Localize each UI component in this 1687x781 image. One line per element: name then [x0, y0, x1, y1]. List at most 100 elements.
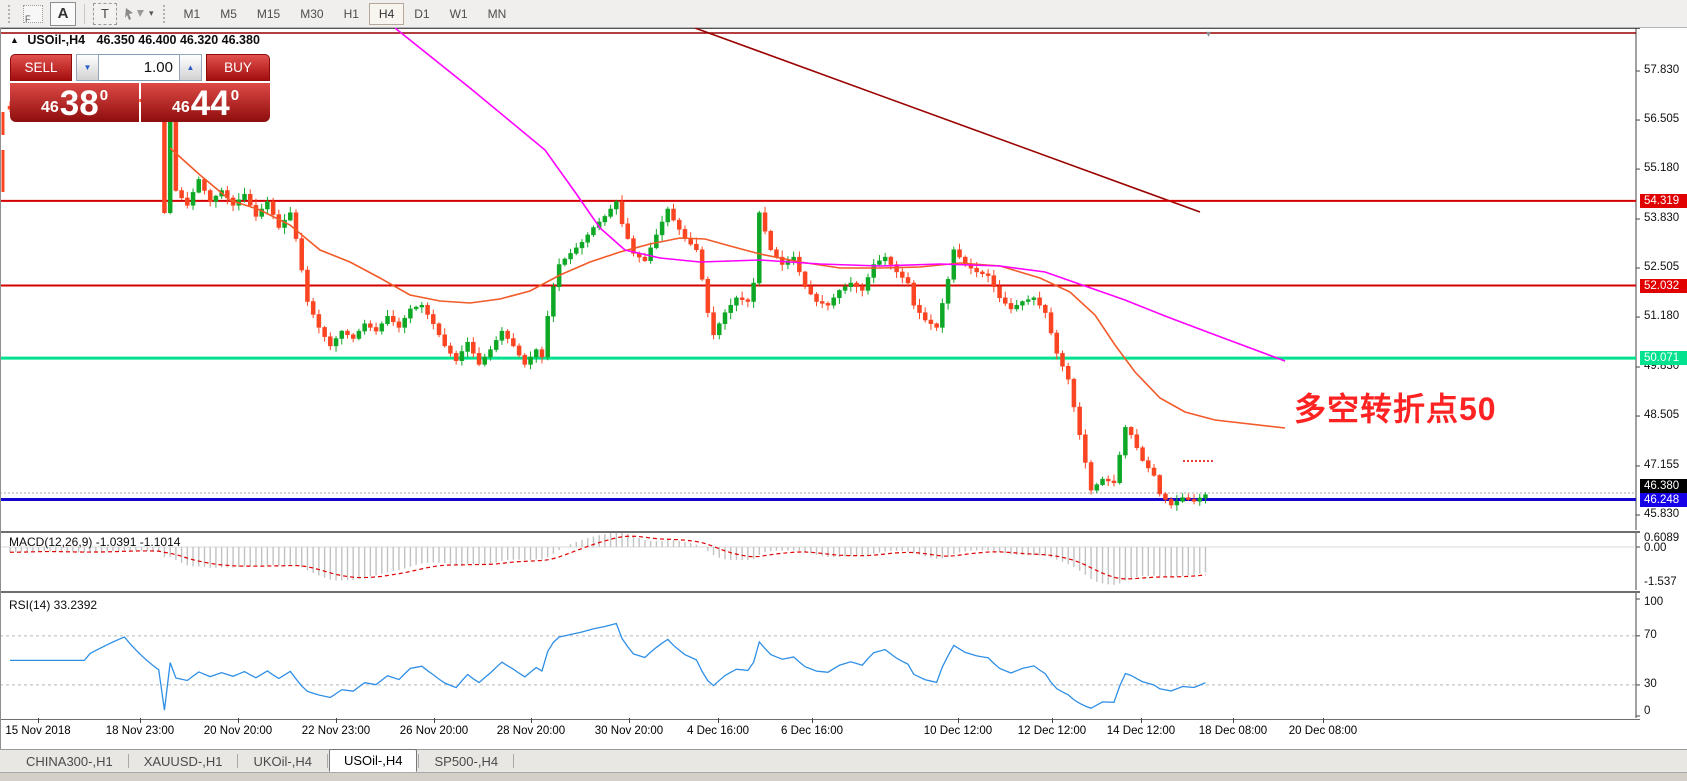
rsi-axis-label: 70: [1644, 629, 1657, 641]
timeframe-m15[interactable]: M15: [247, 3, 290, 25]
price-tick-label: 56.505: [1644, 113, 1679, 125]
price-tick-label: 53.830: [1644, 212, 1679, 224]
time-label: 18 Nov 23:00: [106, 725, 174, 737]
timeframe-mn[interactable]: MN: [478, 3, 517, 25]
scroll-to-end-marker[interactable]: ▾: [1206, 29, 1211, 40]
time-label: 22 Nov 23:00: [302, 725, 370, 737]
timeframe-h4[interactable]: H4: [369, 3, 404, 25]
macd-axis-label: 0.00: [1644, 542, 1666, 554]
time-tick: [238, 718, 239, 723]
buy-price-prefix: 46: [172, 100, 190, 116]
toolbar-drag-handle[interactable]: [8, 5, 14, 23]
ohlc-values: 46.350 46.400 46.320 46.380: [97, 33, 260, 47]
chart-tab-xauusdh1[interactable]: XAUUSD-,H1: [130, 751, 237, 772]
level-price-badge: 52.032: [1640, 279, 1687, 293]
text-label-tool-button[interactable]: T: [93, 3, 117, 25]
time-label: 6 Dec 16:00: [781, 725, 843, 737]
price-tick-label: 48.505: [1644, 409, 1679, 421]
time-tick: [140, 718, 141, 723]
tab-separator: [128, 754, 129, 768]
level-price-badge: 54.319: [1640, 194, 1687, 208]
time-label: 18 Dec 08:00: [1199, 725, 1267, 737]
price-tick-label: 52.505: [1644, 261, 1679, 273]
tab-separator: [327, 754, 328, 768]
macd-indicator-canvas[interactable]: [0, 532, 1640, 590]
time-tick: [1052, 718, 1053, 723]
symbol-info: ▲ USOil-,H4 46.350 46.400 46.320 46.380: [10, 33, 260, 47]
time-label: 12 Dec 12:00: [1018, 725, 1086, 737]
buy-price-main: 44: [191, 89, 230, 120]
arrow-cursor-label: A: [58, 5, 69, 22]
timeframe-w1[interactable]: W1: [440, 3, 478, 25]
one-click-trading-panel: SELL ▼ ▲ BUY 46 38 0 46 44 0: [10, 54, 270, 122]
time-tick: [38, 718, 39, 723]
tab-separator: [237, 754, 238, 768]
chart-tab-sp500h4[interactable]: SP500-,H4: [420, 751, 512, 772]
buy-price-sup: 0: [231, 87, 239, 104]
time-tick: [812, 718, 813, 723]
buy-button[interactable]: BUY: [206, 54, 270, 81]
time-tick: [1233, 718, 1234, 723]
sell-button[interactable]: SELL: [10, 54, 72, 81]
price-tick-label: 55.180: [1644, 162, 1679, 174]
panel-separator[interactable]: [0, 590, 1687, 593]
time-tick: [1323, 718, 1324, 723]
panel-separator[interactable]: [0, 530, 1687, 533]
chart-tab-usoilh4[interactable]: USOil-,H4: [329, 749, 418, 772]
macd-axis-label: -1.537: [1644, 576, 1677, 588]
time-label: 14 Dec 12:00: [1107, 725, 1175, 737]
macd-label: MACD(12,26,9) -1.0391 -1.1014: [9, 535, 180, 549]
toolbar-separator-dots: [163, 5, 169, 23]
arrow-cursor-button[interactable]: A: [50, 2, 76, 26]
toolbar-separator: [84, 4, 85, 24]
price-tick-label: 51.180: [1644, 310, 1679, 322]
tab-separator: [513, 754, 514, 768]
rsi-indicator-canvas[interactable]: [0, 592, 1640, 718]
time-label: 30 Nov 20:00: [595, 725, 663, 737]
time-tick: [1141, 718, 1142, 723]
volume-input[interactable]: [99, 54, 179, 81]
price-tick-label: 45.830: [1644, 508, 1679, 520]
time-tick: [336, 718, 337, 723]
rsi-axis-label: 100: [1644, 596, 1663, 608]
volume-decrease-button[interactable]: ▼: [76, 54, 99, 81]
timeframe-m1[interactable]: M1: [174, 3, 211, 25]
sell-price-main: 38: [60, 89, 99, 120]
time-label: 26 Nov 20:00: [400, 725, 468, 737]
timeframe-m30[interactable]: M30: [290, 3, 333, 25]
time-label: 20 Nov 20:00: [204, 725, 272, 737]
time-tick: [629, 718, 630, 723]
chart-tab-bar: CHINA300-,H1XAUUSD-,H1UKOil-,H4USOil-,H4…: [0, 749, 1687, 772]
current-price-badge: 46.380: [1640, 479, 1687, 493]
crosshair-grid-icon[interactable]: F: [23, 5, 43, 23]
price-tick-label: 47.155: [1644, 459, 1679, 471]
volume-increase-button[interactable]: ▲: [179, 54, 202, 81]
level-price-badge: 50.071: [1640, 351, 1687, 365]
collapse-triangle-icon[interactable]: ▲: [10, 35, 19, 45]
chart-tab-china300h1[interactable]: CHINA300-,H1: [12, 751, 127, 772]
time-label: 15 Nov 2018: [5, 725, 70, 737]
mt4-window: { "toolbar": { "cursor_tool_label": "F",…: [0, 0, 1687, 780]
tab-separator: [418, 754, 419, 768]
timeframe-h1[interactable]: H1: [334, 3, 369, 25]
crosshair-grid-label: F: [25, 14, 31, 24]
price-tick-label: 57.830: [1644, 64, 1679, 76]
rsi-axis-label: 30: [1644, 678, 1657, 690]
shapes-tool-button[interactable]: ▾: [124, 7, 154, 21]
timeframe-button-group: M1M5M15M30H1H4D1W1MN: [174, 3, 517, 25]
time-label: 20 Dec 08:00: [1289, 725, 1357, 737]
time-tick: [434, 718, 435, 723]
chart-left-edge: [0, 28, 1, 749]
text-tool-label: T: [101, 6, 109, 21]
time-label: 4 Dec 16:00: [687, 725, 749, 737]
timeframe-d1[interactable]: D1: [404, 3, 439, 25]
buy-price-display[interactable]: 46 44 0: [141, 83, 270, 122]
sell-price-display[interactable]: 46 38 0: [10, 83, 139, 122]
time-label: 28 Nov 20:00: [497, 725, 565, 737]
timeframe-m5[interactable]: M5: [210, 3, 247, 25]
rsi-label: RSI(14) 33.2392: [9, 598, 97, 612]
shapes-icon: [124, 7, 146, 21]
sell-price-prefix: 46: [41, 100, 59, 116]
chart-tab-ukoilh4[interactable]: UKOil-,H4: [239, 751, 326, 772]
rsi-axis-label: 0: [1644, 705, 1650, 717]
